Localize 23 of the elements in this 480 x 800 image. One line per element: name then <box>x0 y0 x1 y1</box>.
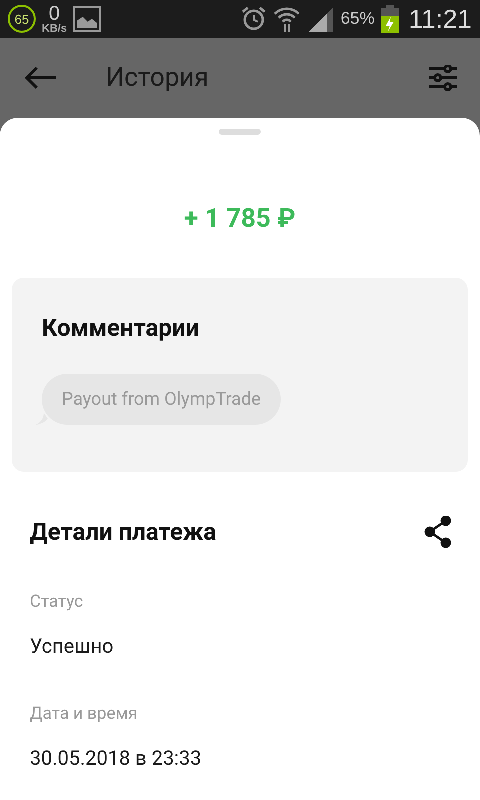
field-label: Статус <box>30 592 84 612</box>
payment-amount: + 1 785 ₽ <box>183 204 297 234</box>
wifi-icon <box>272 5 301 33</box>
comments-title: Комментарии <box>42 314 200 342</box>
battery-charging-icon <box>380 5 399 33</box>
clock-time: 11:21 <box>408 4 472 34</box>
field-value: Успешно <box>30 634 115 658</box>
share-button[interactable] <box>424 516 452 548</box>
speed-unit: KB/s <box>42 24 68 34</box>
field-value: 30.05.2018 в 23:33 <box>30 746 203 770</box>
image-icon <box>73 6 102 32</box>
comment-bubble: Payout from OlympTrade <box>42 374 282 425</box>
battery-percent: 65% <box>340 9 375 29</box>
filter-button[interactable] <box>428 65 458 91</box>
speed-badge: 65 <box>8 5 36 33</box>
alarm-icon <box>240 6 267 32</box>
speed-value: 0 <box>48 4 60 24</box>
signal-icon <box>306 6 335 32</box>
drag-handle[interactable] <box>219 129 261 135</box>
field-label: Дата и время <box>30 704 139 724</box>
details-title: Детали платежа <box>30 518 216 546</box>
page-title: История <box>106 63 210 93</box>
back-button[interactable] <box>24 66 58 90</box>
